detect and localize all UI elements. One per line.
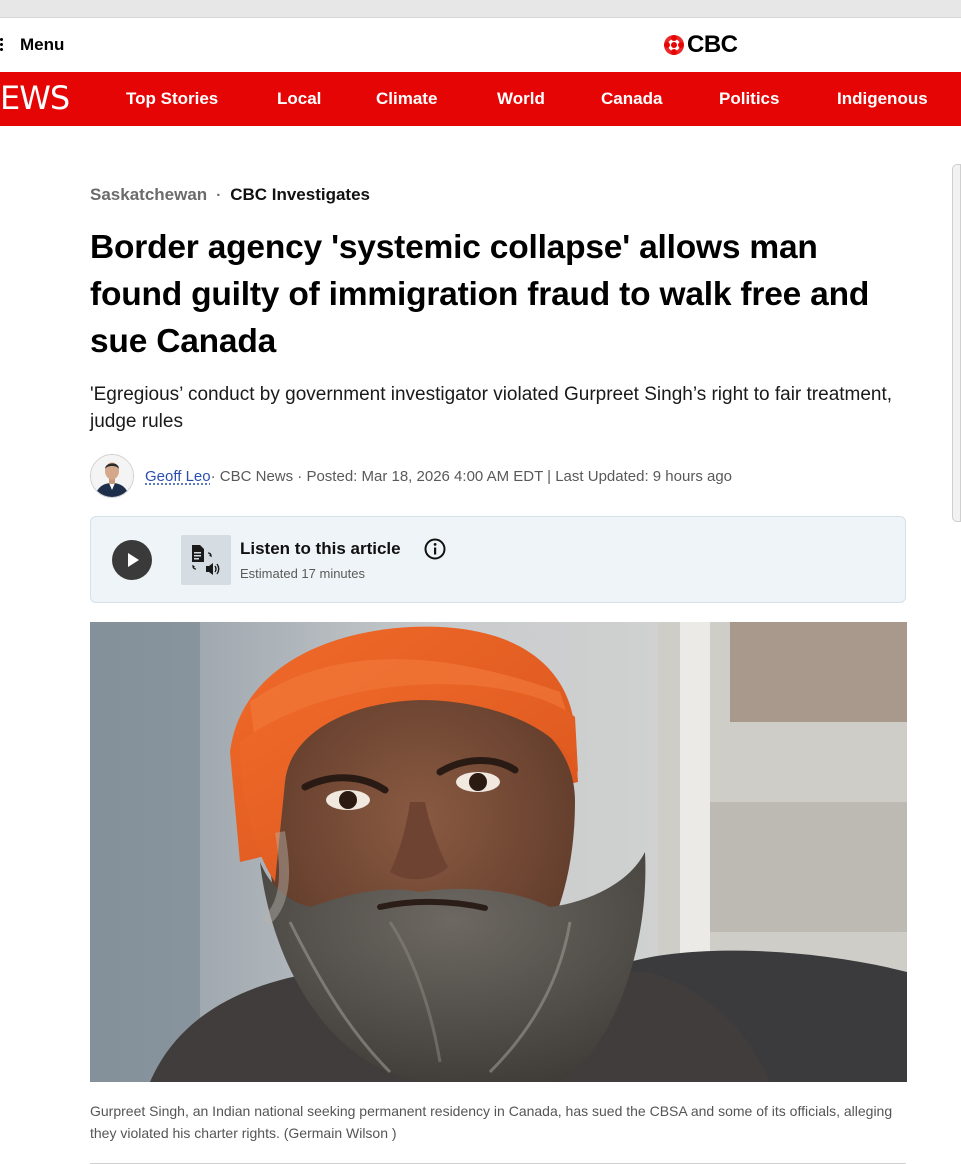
cbc-logo-text: CBC bbox=[687, 31, 738, 58]
nav-item-local[interactable]: Local bbox=[277, 89, 321, 109]
browser-chrome-strip bbox=[0, 0, 961, 18]
byline-meta: · CBC News · Posted: Mar 18, 2026 4:00 A… bbox=[210, 467, 733, 485]
nav-item-indigenous[interactable]: Indigenous bbox=[837, 89, 928, 109]
info-icon[interactable] bbox=[424, 538, 446, 560]
scrollbar-thumb[interactable] bbox=[952, 164, 961, 522]
news-brand-link[interactable]: EWS bbox=[0, 79, 70, 117]
nav-item-climate[interactable]: Climate bbox=[376, 89, 437, 109]
author-link[interactable]: Geoff Leo bbox=[145, 468, 211, 485]
nav-item-top-stories[interactable]: Top Stories bbox=[126, 89, 218, 109]
document-audio-icon bbox=[181, 535, 231, 585]
menu-icon bbox=[0, 38, 6, 52]
cbc-logo[interactable]: CBC bbox=[664, 31, 738, 58]
cbc-gem-icon bbox=[664, 35, 684, 55]
nav-item-world[interactable]: World bbox=[497, 89, 545, 109]
play-button[interactable] bbox=[112, 540, 152, 580]
author-avatar[interactable] bbox=[90, 454, 134, 498]
breadcrumb-section-link[interactable]: Saskatchewan bbox=[90, 185, 207, 205]
listen-to-article-panel: Listen to this article Estimated 17 minu… bbox=[90, 516, 906, 603]
image-caption: Gurpreet Singh, an Indian national seeki… bbox=[90, 1103, 893, 1141]
breadcrumb-separator: · bbox=[216, 186, 222, 204]
menu-label: Menu bbox=[20, 35, 65, 54]
play-icon bbox=[128, 553, 139, 567]
nav-item-politics[interactable]: Politics bbox=[719, 89, 779, 109]
article-deck: 'Egregious’ conduct by government invest… bbox=[90, 384, 893, 432]
breadcrumb-series-link[interactable]: CBC Investigates bbox=[230, 185, 370, 205]
article-headline: Border agency 'systemic collapse' allows… bbox=[90, 229, 870, 360]
breadcrumb: Saskatchewan · CBC Investigates bbox=[90, 185, 370, 205]
listen-title: Listen to this article bbox=[240, 539, 401, 558]
listen-duration: Estimated 17 minutes bbox=[240, 566, 366, 581]
nav-item-canada[interactable]: Canada bbox=[601, 89, 662, 109]
menu-button[interactable]: Menu bbox=[0, 32, 64, 58]
byline: Geoff Leo · CBC News · Posted: Mar 18, 2… bbox=[90, 453, 910, 499]
hero-image bbox=[90, 622, 907, 1082]
site-header: Menu CBC bbox=[0, 18, 961, 72]
section-navbar: EWS Top Stories Local Climate World Cana… bbox=[0, 72, 961, 126]
